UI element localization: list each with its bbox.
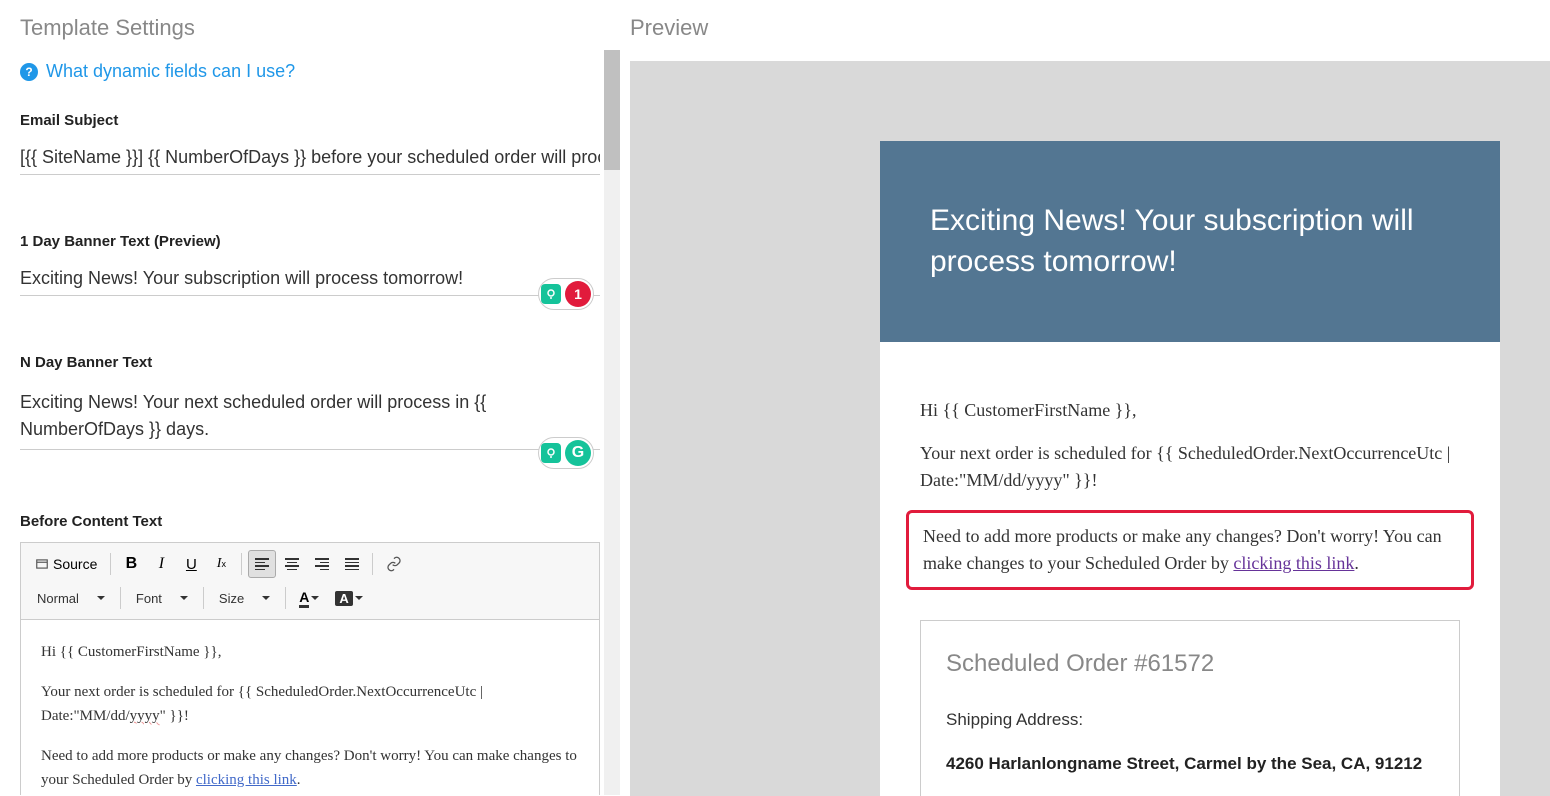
shipping-label: Shipping Address:: [946, 707, 1434, 733]
one-day-banner-group: 1 Day Banner Text (Preview) 1: [20, 233, 600, 304]
preview-clicking-link[interactable]: clicking this link: [1233, 553, 1354, 573]
grammarly-badge-2[interactable]: G: [538, 437, 594, 469]
bold-button[interactable]: B: [117, 550, 145, 578]
align-center-icon: [285, 558, 299, 570]
align-center-button[interactable]: [278, 550, 306, 578]
align-justify-icon: [345, 558, 359, 570]
align-justify-button[interactable]: [338, 550, 366, 578]
dynamic-fields-link[interactable]: What dynamic fields can I use?: [46, 61, 295, 82]
font-select[interactable]: Font: [127, 584, 197, 612]
size-select[interactable]: Size: [210, 584, 279, 612]
link-button[interactable]: [379, 550, 409, 578]
grammarly-lightbulb-icon: [541, 284, 561, 304]
preview-p1: Your next order is scheduled for {{ Sche…: [920, 440, 1460, 494]
caret-down-icon: [311, 596, 319, 600]
help-icon: ?: [20, 63, 38, 81]
preview-email: Exciting News! Your subscription will pr…: [880, 141, 1500, 796]
align-left-button[interactable]: [248, 550, 276, 578]
shipping-address: 4260 Harlanlongname Street, Carmel by th…: [946, 751, 1434, 777]
grammarly-g-icon: G: [565, 440, 591, 466]
rich-text-editor: Source B I U Ix: [20, 542, 600, 795]
preview-panel: Preview Exciting News! Your subscription…: [620, 0, 1550, 795]
preview-title: Preview: [630, 15, 1550, 41]
link-icon: [386, 556, 402, 572]
preview-greeting: Hi {{ CustomerFirstName }},: [920, 397, 1460, 424]
clear-format-button[interactable]: Ix: [207, 550, 235, 578]
scrollbar[interactable]: [604, 50, 620, 795]
preview-banner: Exciting News! Your subscription will pr…: [880, 141, 1500, 342]
before-content-label: Before Content Text: [20, 513, 600, 530]
source-button[interactable]: Source: [28, 550, 104, 578]
email-subject-group: Email Subject: [20, 112, 600, 183]
n-day-banner-group: N Day Banner Text G: [20, 354, 600, 463]
caret-down-icon: [180, 596, 188, 600]
one-day-banner-input[interactable]: [20, 262, 600, 296]
italic-button[interactable]: I: [147, 550, 175, 578]
bg-color-button[interactable]: A: [328, 584, 369, 612]
one-day-banner-label: 1 Day Banner Text (Preview): [20, 233, 600, 250]
text-color-button[interactable]: A: [292, 584, 326, 612]
preview-highlight-box: Need to add more products or make any ch…: [906, 510, 1474, 590]
n-day-banner-label: N Day Banner Text: [20, 354, 600, 371]
grammarly-lightbulb-icon: [541, 443, 561, 463]
scrollbar-thumb[interactable]: [604, 50, 620, 170]
preview-order-box: Scheduled Order #61572 Shipping Address:…: [920, 620, 1460, 796]
preview-body: Hi {{ CustomerFirstName }}, Your next or…: [880, 342, 1500, 796]
editor-content-area[interactable]: Hi {{ CustomerFirstName }}, Your next or…: [21, 620, 599, 795]
underline-button[interactable]: U: [177, 550, 205, 578]
editor-toolbar: Source B I U Ix: [21, 543, 599, 620]
email-subject-input[interactable]: [20, 141, 600, 175]
align-right-button[interactable]: [308, 550, 336, 578]
source-icon: [35, 557, 49, 571]
template-settings-panel: Template Settings ? What dynamic fields …: [0, 0, 620, 795]
email-subject-label: Email Subject: [20, 112, 600, 129]
caret-down-icon: [262, 596, 270, 600]
help-link-row: ? What dynamic fields can I use?: [20, 61, 600, 82]
align-left-icon: [255, 558, 269, 570]
caret-down-icon: [355, 596, 363, 600]
caret-down-icon: [97, 596, 105, 600]
editor-clicking-link[interactable]: clicking this link: [196, 772, 297, 788]
format-select[interactable]: Normal: [28, 584, 114, 612]
settings-title: Template Settings: [20, 15, 600, 41]
preview-frame: Exciting News! Your subscription will pr…: [630, 61, 1550, 796]
grammarly-badge[interactable]: 1: [538, 278, 594, 310]
align-right-icon: [315, 558, 329, 570]
before-content-group: Before Content Text Source B I U Ix: [20, 513, 600, 795]
n-day-banner-input[interactable]: [20, 383, 600, 450]
grammarly-count-icon: 1: [565, 281, 591, 307]
order-title: Scheduled Order #61572: [946, 646, 1434, 682]
